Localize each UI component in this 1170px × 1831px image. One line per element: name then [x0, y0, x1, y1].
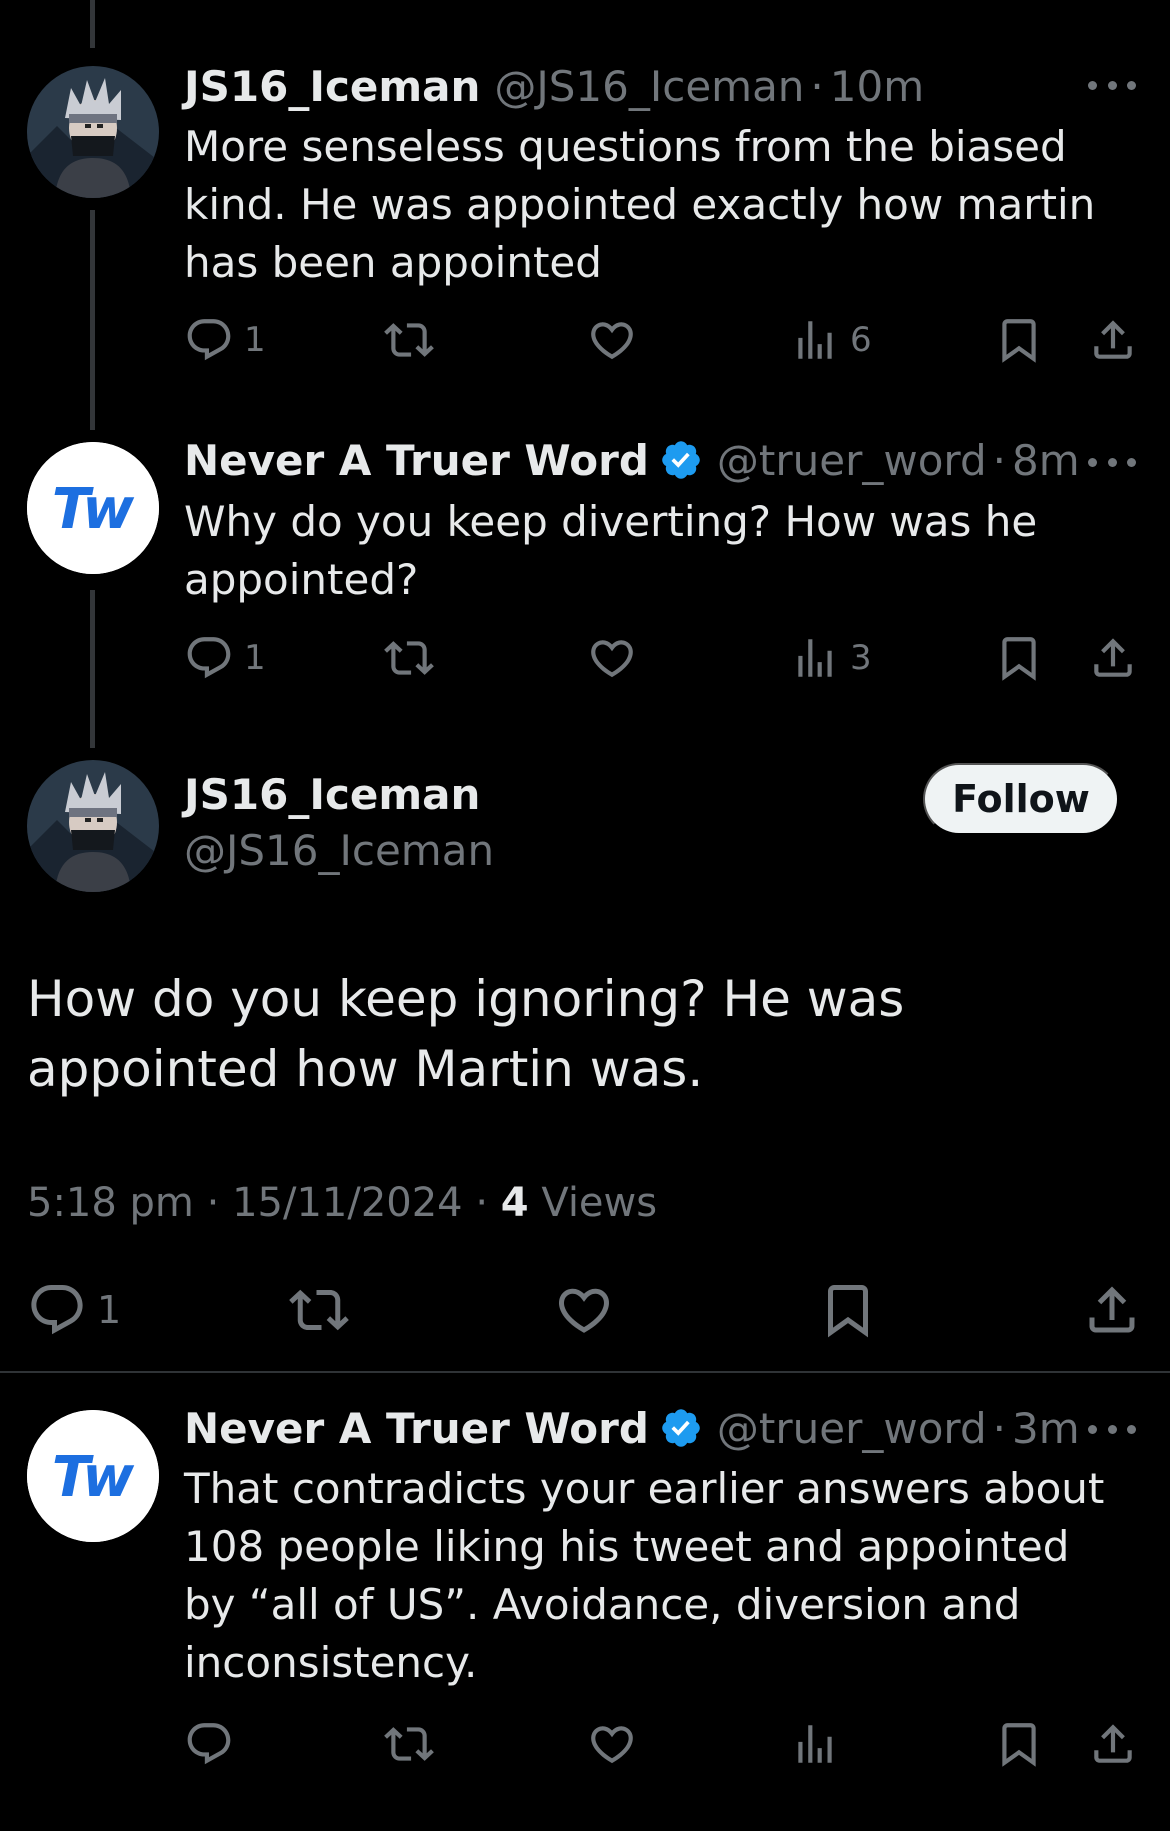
thread-line	[90, 210, 95, 430]
share-button[interactable]	[1088, 310, 1138, 370]
like-button[interactable]	[554, 1277, 614, 1343]
display-name[interactable]: Never A Truer Word	[184, 436, 649, 485]
retweet-icon	[384, 633, 434, 683]
avatar[interactable]	[27, 760, 159, 892]
tweet-actions: 1	[27, 1277, 1147, 1343]
reply-button[interactable]: 1	[27, 1277, 121, 1343]
heart-icon	[587, 315, 637, 365]
thread-line	[90, 0, 95, 48]
retweet-button[interactable]	[384, 628, 434, 688]
tweet-header: Never A Truer Word @truer_word · 3m	[184, 1400, 1080, 1456]
views-button[interactable]: 6	[790, 310, 872, 370]
reply-icon	[184, 315, 234, 365]
tweet-text: How do you keep ignoring? He was appoint…	[27, 970, 905, 1098]
share-button[interactable]	[1088, 628, 1138, 688]
handle[interactable]: @JS16_Iceman	[184, 826, 494, 875]
more-dots-icon[interactable]	[1088, 452, 1136, 472]
separator: ·	[475, 1180, 489, 1226]
share-icon	[1088, 1719, 1138, 1769]
views-chart-icon	[790, 315, 840, 365]
separator: ·	[992, 435, 1006, 485]
retweet-icon	[384, 315, 434, 365]
bookmark-icon	[994, 633, 1044, 683]
retweet-button[interactable]	[384, 310, 434, 370]
views-button[interactable]: 3	[790, 628, 872, 688]
verified-badge-icon	[659, 438, 703, 482]
bookmark-button[interactable]	[994, 1714, 1044, 1774]
reply-icon	[184, 1719, 234, 1769]
handle[interactable]: @truer_word	[717, 1404, 987, 1453]
share-icon	[1082, 1280, 1142, 1340]
tweet-text: More senseless questions from the biased…	[184, 122, 1096, 287]
like-button[interactable]	[587, 1714, 637, 1774]
timestamp[interactable]: 3m	[1012, 1404, 1080, 1453]
reply-button[interactable]: 1	[184, 310, 266, 370]
bookmark-button[interactable]	[818, 1277, 878, 1343]
avatar-logo-text: Tw	[52, 1445, 134, 1510]
avatar[interactable]: Tw	[27, 1410, 159, 1542]
heart-icon	[587, 1719, 637, 1769]
retweet-button[interactable]	[289, 1277, 349, 1343]
views-label: Views	[541, 1180, 658, 1226]
more-dots-icon[interactable]	[1088, 1419, 1136, 1439]
handle[interactable]: @JS16_Iceman	[494, 62, 804, 111]
more-dots-icon[interactable]	[1088, 75, 1136, 95]
tweet-time[interactable]: 5:18 pm	[27, 1180, 194, 1226]
timestamp[interactable]: 10m	[830, 62, 924, 111]
bookmark-button[interactable]	[994, 628, 1044, 688]
share-button[interactable]	[1088, 1714, 1138, 1774]
views-count: 6	[850, 320, 872, 360]
heart-icon	[554, 1280, 614, 1340]
reply-button[interactable]: 1	[184, 628, 266, 688]
views-button[interactable]	[790, 1714, 840, 1774]
divider	[0, 1371, 1170, 1373]
display-name[interactable]: Never A Truer Word	[184, 1404, 649, 1453]
avatar-logo-text: Tw	[52, 477, 134, 542]
reply-button[interactable]	[184, 1714, 234, 1774]
share-button[interactable]	[1082, 1277, 1142, 1343]
tweet-actions	[184, 1714, 1144, 1774]
separator: ·	[206, 1180, 220, 1226]
tweet-actions: 1 6	[184, 310, 1144, 370]
views-chart-icon	[790, 633, 840, 683]
thread-line	[90, 590, 95, 748]
bookmark-icon	[818, 1280, 878, 1340]
tweet-actions: 1 3	[184, 628, 1144, 688]
tweet-date[interactable]: 15/11/2024	[232, 1180, 463, 1226]
tweet-meta: 5:18 pm · 15/11/2024 · 4 Views	[27, 1180, 657, 1226]
verified-badge-icon	[659, 1406, 703, 1450]
retweet-icon	[384, 1719, 434, 1769]
like-button[interactable]	[587, 310, 637, 370]
bookmark-icon	[994, 315, 1044, 365]
views-count: 3	[850, 638, 872, 678]
display-name[interactable]: JS16_Iceman	[184, 770, 480, 819]
retweet-button[interactable]	[384, 1714, 434, 1774]
bookmark-button[interactable]	[994, 310, 1044, 370]
like-button[interactable]	[587, 628, 637, 688]
reply-count: 1	[97, 1288, 122, 1332]
tweet-header: Never A Truer Word @truer_word · 8m	[184, 432, 1080, 488]
bookmark-icon	[994, 1719, 1044, 1769]
follow-button[interactable]: Follow	[923, 763, 1119, 835]
views-chart-icon	[790, 1719, 840, 1769]
reply-icon	[184, 633, 234, 683]
timestamp[interactable]: 8m	[1012, 436, 1080, 485]
avatar[interactable]: Tw	[27, 442, 159, 574]
reply-count: 1	[244, 320, 266, 360]
handle[interactable]: @truer_word	[717, 436, 987, 485]
views-count: 4	[500, 1180, 529, 1226]
separator: ·	[810, 61, 824, 111]
tweet-text: That contradicts your earlier answers ab…	[184, 1464, 1105, 1687]
display-name[interactable]: JS16_Iceman	[184, 62, 480, 111]
heart-icon	[587, 633, 637, 683]
share-icon	[1088, 315, 1138, 365]
reply-icon	[27, 1280, 87, 1340]
separator: ·	[992, 1403, 1006, 1453]
tweet-header: JS16_Iceman @JS16_Iceman · 10m	[184, 58, 924, 114]
reply-count: 1	[244, 638, 266, 678]
retweet-icon	[289, 1280, 349, 1340]
share-icon	[1088, 633, 1138, 683]
avatar[interactable]	[27, 66, 159, 198]
tweet-text: Why do you keep diverting? How was he ap…	[184, 497, 1038, 604]
